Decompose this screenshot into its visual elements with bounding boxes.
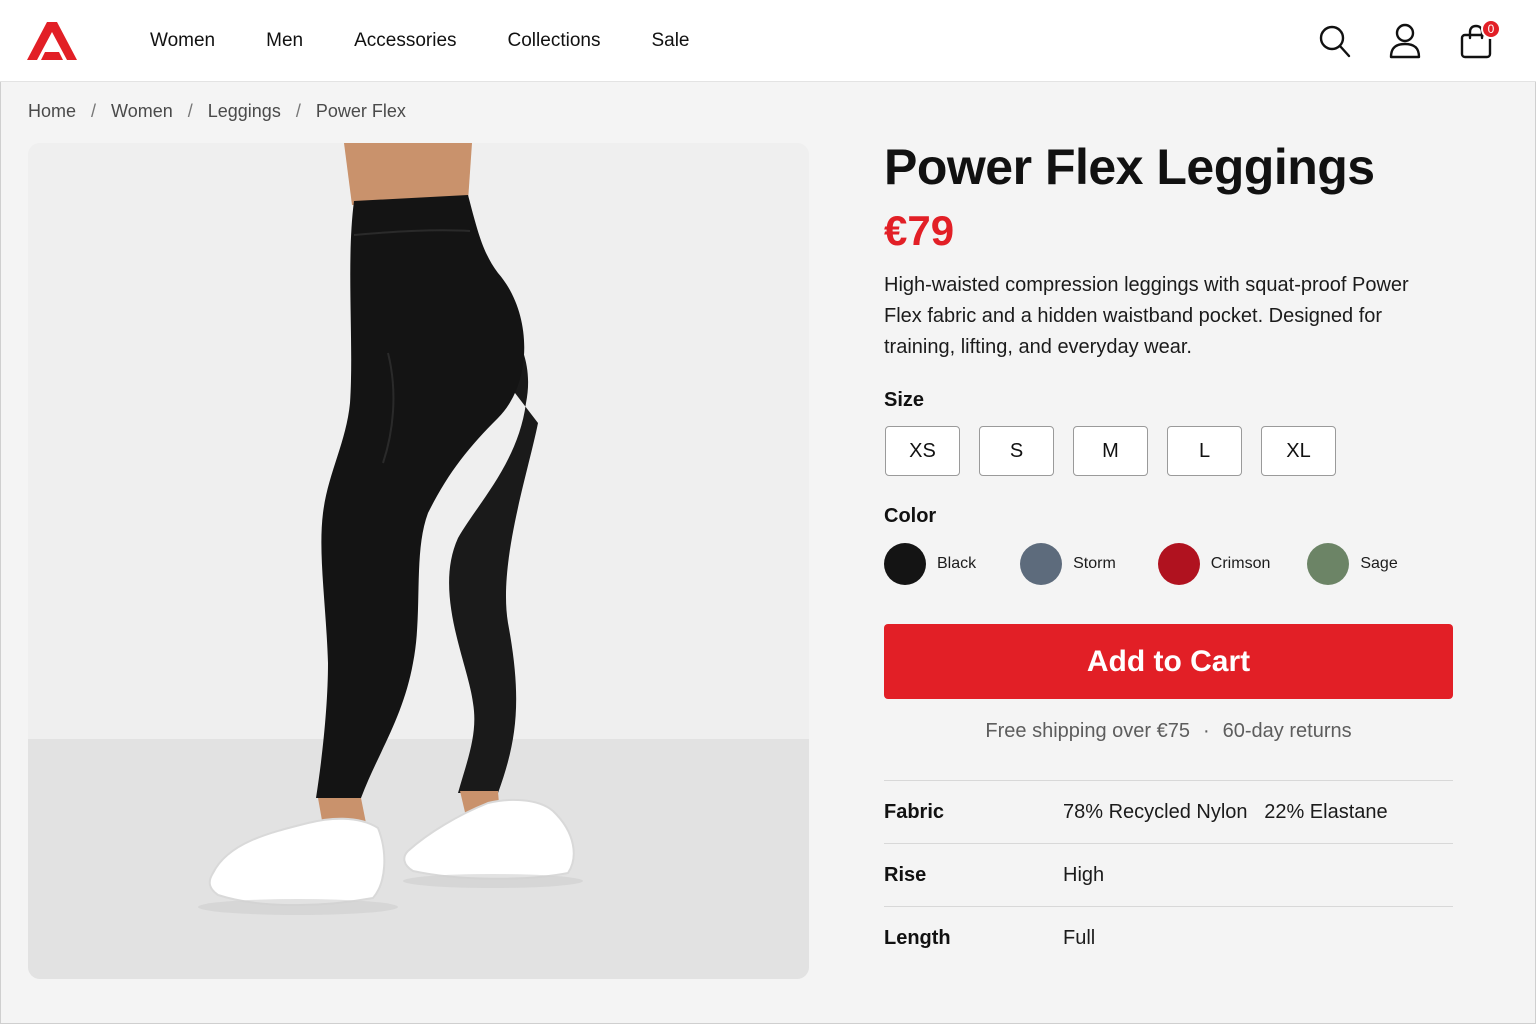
- breadcrumb-leggings[interactable]: Leggings: [208, 101, 281, 122]
- size-option-m[interactable]: M: [1073, 426, 1148, 476]
- breadcrumb-home[interactable]: Home: [28, 101, 76, 122]
- perk-separator: ·: [1202, 720, 1210, 742]
- nav-women[interactable]: Women: [150, 30, 215, 52]
- breadcrumb-women[interactable]: Women: [111, 101, 173, 122]
- nav-collections[interactable]: Collections: [508, 30, 601, 52]
- color-name: Black: [937, 555, 977, 572]
- breadcrumb-separator: /: [91, 101, 97, 121]
- product-image[interactable]: [28, 143, 809, 979]
- spec-key: Rise: [884, 863, 927, 886]
- add-to-cart-button[interactable]: Add to Cart: [884, 624, 1453, 699]
- spec-value: 78% Recycled Nylon 22% Elastane: [1063, 800, 1388, 823]
- color-selector: Black Storm Crimson Sage: [884, 543, 1398, 585]
- breadcrumb-separator: /: [295, 101, 301, 121]
- size-option-xs[interactable]: XS: [885, 426, 960, 476]
- color-name: Crimson: [1210, 555, 1271, 572]
- spec-key: Fabric: [884, 800, 945, 823]
- size-option-xl[interactable]: XL: [1261, 426, 1336, 476]
- search-icon[interactable]: [1317, 23, 1351, 59]
- color-swatch: [1307, 543, 1350, 585]
- color-swatch: [1157, 543, 1200, 585]
- site-header: Women Men Accessories Collections Sale 0: [0, 0, 1536, 82]
- breadcrumb-separator: /: [187, 101, 193, 121]
- spec-row-rise: Rise High: [884, 843, 1453, 906]
- product-title: Power Flex Leggings: [884, 139, 1375, 195]
- size-option-s[interactable]: S: [979, 426, 1054, 476]
- color-option-storm[interactable]: Storm: [1020, 543, 1116, 585]
- color-option-black[interactable]: Black: [884, 543, 976, 585]
- spec-key: Length: [884, 926, 951, 949]
- color-name: Storm: [1073, 555, 1116, 572]
- brand-logo[interactable]: [27, 22, 77, 60]
- nav-men[interactable]: Men: [266, 30, 303, 52]
- spec-row-fabric: Fabric 78% Recycled Nylon 22% Elastane: [884, 780, 1453, 843]
- product-price: €79: [884, 207, 955, 254]
- free-shipping-text: Free shipping over €75: [985, 720, 1190, 742]
- cart-count-badge: 0: [1481, 19, 1501, 39]
- color-swatch: [1020, 543, 1063, 585]
- color-option-crimson[interactable]: Crimson: [1157, 543, 1271, 585]
- color-name: Sage: [1360, 555, 1398, 572]
- nav-accessories[interactable]: Accessories: [354, 30, 456, 52]
- nav-sale[interactable]: Sale: [651, 30, 689, 52]
- size-selector: XS S M L XL: [885, 426, 1355, 476]
- brand-logo-icon: [27, 22, 77, 60]
- returns-text: 60-day returns: [1222, 720, 1352, 742]
- product-specs: Fabric 78% Recycled Nylon 22% Elastane R…: [884, 780, 1453, 969]
- size-option-l[interactable]: L: [1167, 426, 1242, 476]
- shipping-returns-info: Free shipping over €75 · 60-day returns: [884, 720, 1453, 743]
- color-label: Color: [884, 505, 937, 527]
- size-label: Size: [884, 389, 925, 411]
- account-icon[interactable]: [1388, 23, 1422, 59]
- spec-value: Full: [1063, 926, 1096, 949]
- leggings-photo: [28, 143, 809, 979]
- breadcrumb: Home / Women / Leggings / Power Flex: [28, 101, 406, 122]
- spec-row-length: Length Full: [884, 906, 1453, 969]
- product-description: High-waisted compression leggings with s…: [884, 274, 1409, 358]
- breadcrumb-current: Power Flex: [315, 101, 406, 121]
- main-nav: Women Men Accessories Collections Sale: [150, 0, 740, 82]
- color-swatch: [884, 543, 926, 585]
- spec-value: High: [1063, 863, 1105, 886]
- color-option-sage[interactable]: Sage: [1307, 543, 1398, 585]
